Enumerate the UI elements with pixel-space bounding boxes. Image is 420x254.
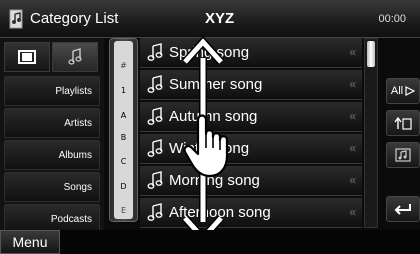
- play-triangle-icon: [405, 86, 416, 96]
- category-songs[interactable]: Songs: [4, 172, 100, 202]
- index-item[interactable]: B: [114, 133, 133, 142]
- index-item[interactable]: A: [114, 111, 133, 120]
- chevron-left-icon[interactable]: «: [349, 173, 356, 187]
- chevron-left-icon[interactable]: «: [349, 141, 356, 155]
- music-note-icon: [147, 107, 163, 125]
- up-folder-button[interactable]: [386, 110, 420, 136]
- category-label: Artists: [64, 117, 92, 129]
- alphabet-index-bar[interactable]: # 1 A B C D E: [109, 38, 138, 222]
- music-note-icon: [68, 48, 82, 65]
- chevron-left-icon[interactable]: «: [349, 109, 356, 123]
- index-item[interactable]: #: [114, 61, 133, 70]
- scrollbar-thumb[interactable]: [367, 41, 375, 67]
- right-controls: All: [382, 38, 420, 230]
- view-toggle: [4, 42, 100, 72]
- music-view-button[interactable]: [52, 42, 98, 72]
- category-list-screen: Category List XYZ 00:00 Playlists Artist…: [0, 0, 420, 254]
- index-item[interactable]: C: [114, 157, 133, 166]
- list-scrollbar[interactable]: [364, 38, 378, 228]
- clock: 00:00: [378, 13, 406, 25]
- page-title: Category List: [30, 10, 119, 27]
- all-play-button[interactable]: All: [386, 78, 420, 104]
- music-folder-icon: [395, 148, 411, 162]
- category-label: Songs: [63, 181, 92, 193]
- index-bar-track: # 1 A B C D E: [114, 41, 133, 219]
- menu-button[interactable]: Menu: [0, 230, 60, 254]
- menu-label: Menu: [12, 234, 48, 250]
- index-item[interactable]: E: [114, 206, 133, 215]
- category-label: Playlists: [55, 85, 92, 97]
- swipe-gesture-icon: [182, 36, 229, 244]
- return-arrow-icon: [394, 204, 411, 215]
- folder-up-icon: [394, 116, 412, 130]
- music-note-icon: [147, 203, 163, 221]
- chevron-left-icon[interactable]: «: [349, 77, 356, 91]
- back-button[interactable]: [386, 196, 420, 222]
- chevron-left-icon[interactable]: «: [349, 45, 356, 59]
- category-playlists[interactable]: Playlists: [4, 76, 100, 106]
- chevron-left-icon[interactable]: «: [349, 205, 356, 219]
- music-note-icon: [147, 139, 163, 157]
- index-item[interactable]: 1: [114, 86, 133, 95]
- category-label: Podcasts: [50, 213, 92, 225]
- header-bar: Category List XYZ 00:00: [0, 0, 420, 38]
- all-label: All: [390, 85, 404, 97]
- film-icon: [18, 50, 36, 64]
- category-label: Albums: [58, 149, 92, 161]
- category-albums[interactable]: Albums: [4, 140, 100, 170]
- category-list: Playlists Artists Albums Songs Podcasts: [4, 76, 100, 236]
- music-note-icon: [147, 171, 163, 189]
- index-item[interactable]: D: [114, 182, 133, 191]
- bottom-bar: Menu: [0, 230, 420, 254]
- video-view-button[interactable]: [4, 42, 50, 72]
- music-note-icon: [147, 43, 163, 61]
- music-file-icon: [9, 9, 23, 29]
- category-panel: Playlists Artists Albums Songs Podcasts: [0, 38, 104, 234]
- music-folder-button[interactable]: [386, 142, 420, 168]
- music-note-icon: [147, 75, 163, 93]
- category-artists[interactable]: Artists: [4, 108, 100, 138]
- source-name: XYZ: [205, 10, 235, 27]
